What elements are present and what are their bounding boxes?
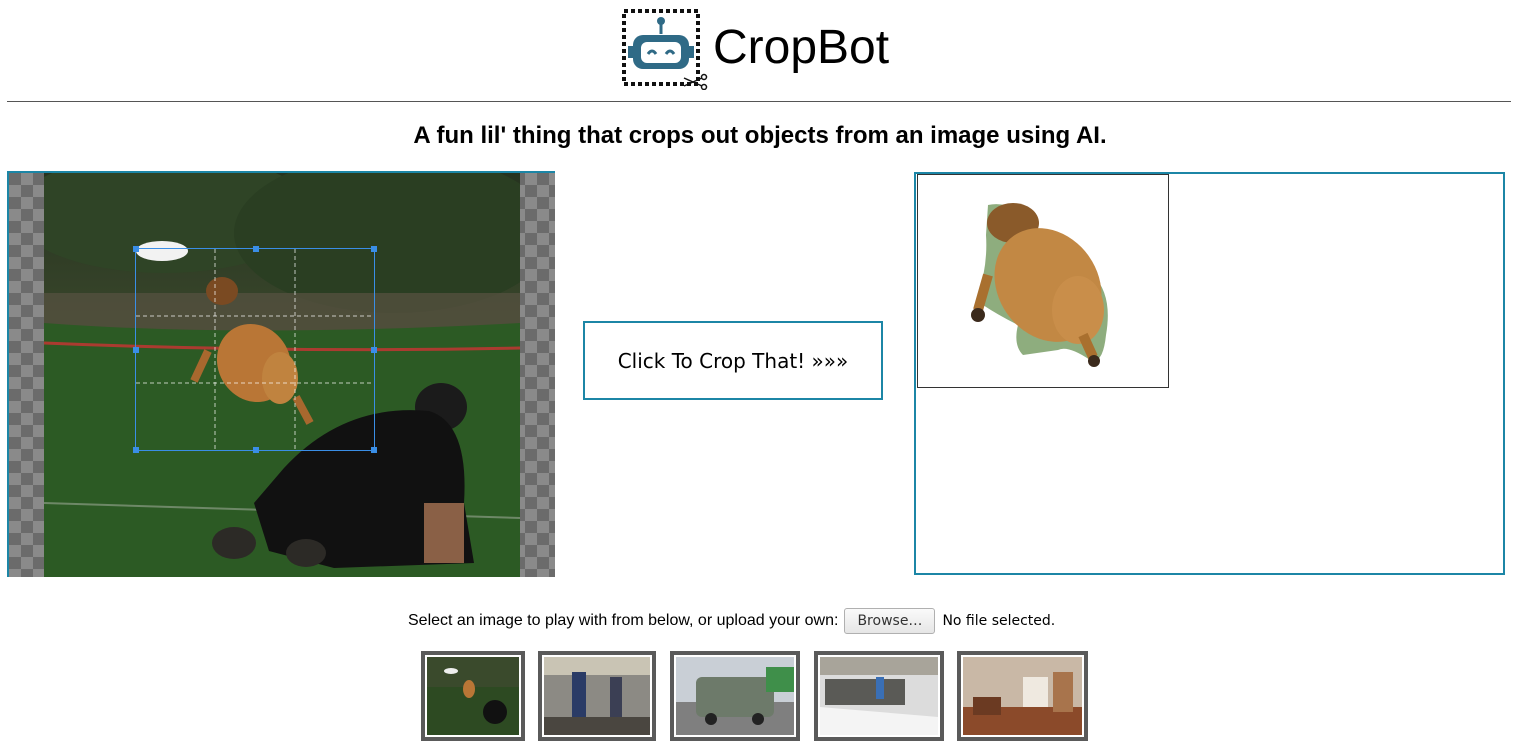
crop-handle-top-right[interactable] [371, 246, 377, 252]
result-panel [914, 172, 1505, 575]
thumbnail-image [963, 657, 1082, 735]
source-image-panel[interactable] [7, 171, 555, 577]
browse-button[interactable]: Browse… [844, 608, 936, 634]
crop-handle-right[interactable] [371, 347, 377, 353]
crop-handle-left[interactable] [133, 347, 139, 353]
crop-handle-bottom-left[interactable] [133, 447, 139, 453]
cropped-dog-image [971, 203, 1108, 367]
crop-handle-top[interactable] [253, 246, 259, 252]
crop-handle-bottom-right[interactable] [371, 447, 377, 453]
thumbnail-living-room[interactable] [957, 651, 1088, 741]
crop-selection-box[interactable] [133, 246, 377, 453]
thumbnail-snowy-parking-lot[interactable] [814, 651, 944, 741]
header-divider [7, 101, 1511, 102]
file-status: No file selected. [942, 613, 1056, 629]
crop-handle-top-left[interactable] [133, 246, 139, 252]
thumbnail-image [427, 657, 519, 735]
thumbnail-tram-passengers[interactable] [538, 651, 656, 741]
crop-grid [136, 249, 374, 450]
cropped-result-image [917, 174, 1169, 388]
cropbot-logo [620, 8, 710, 91]
thumbnail-dog-frisbee[interactable] [421, 651, 525, 741]
crop-button[interactable]: Click To Crop That! »»» [583, 321, 883, 400]
crop-handle-bottom[interactable] [253, 447, 259, 453]
upload-row: Select an image to play with from below,… [408, 607, 1055, 635]
thumbnail-image [676, 657, 794, 735]
robot-scissors-icon [622, 9, 708, 91]
thumbnail-image [820, 657, 938, 735]
tagline: A fun lil' thing that crops out objects … [413, 122, 1107, 149]
upload-prompt: Select an image to play with from below,… [408, 612, 839, 629]
app-title: CropBot [713, 21, 890, 74]
thumbnail-van-street[interactable] [670, 651, 800, 741]
thumbnail-image [544, 657, 650, 735]
